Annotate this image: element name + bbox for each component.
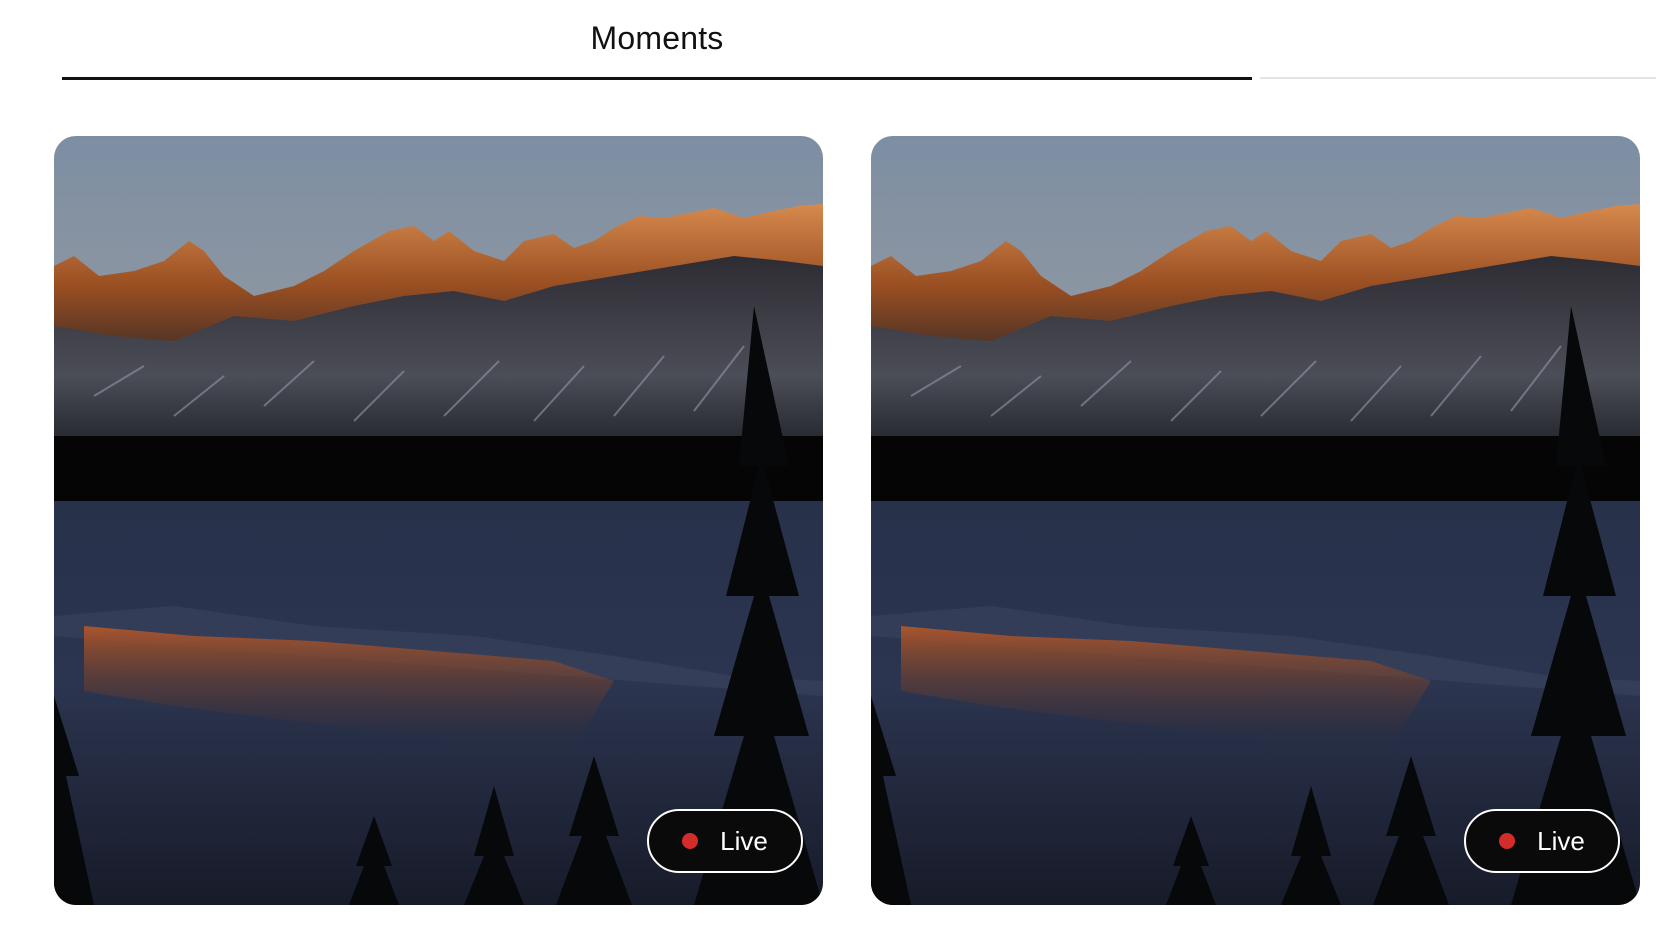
tab-moments-label: Moments [590,20,724,56]
tab-moments[interactable]: Moments [62,0,1252,80]
landscape-photo [54,136,823,905]
live-label: Live [720,826,768,856]
tab-bar: Moments [0,0,1656,80]
moment-card[interactable]: Live [54,136,823,905]
live-dot-icon [682,833,699,849]
live-badge[interactable]: Live [1464,809,1620,873]
tab-active-underline [62,77,1252,80]
live-label: Live [1537,826,1585,856]
tab-next[interactable] [1260,0,1656,80]
live-badge[interactable]: Live [647,809,803,873]
landscape-photo [871,136,1640,905]
moment-card[interactable]: Live [871,136,1640,905]
tab-inactive-underline [1260,77,1656,79]
live-dot-icon [1499,833,1516,849]
